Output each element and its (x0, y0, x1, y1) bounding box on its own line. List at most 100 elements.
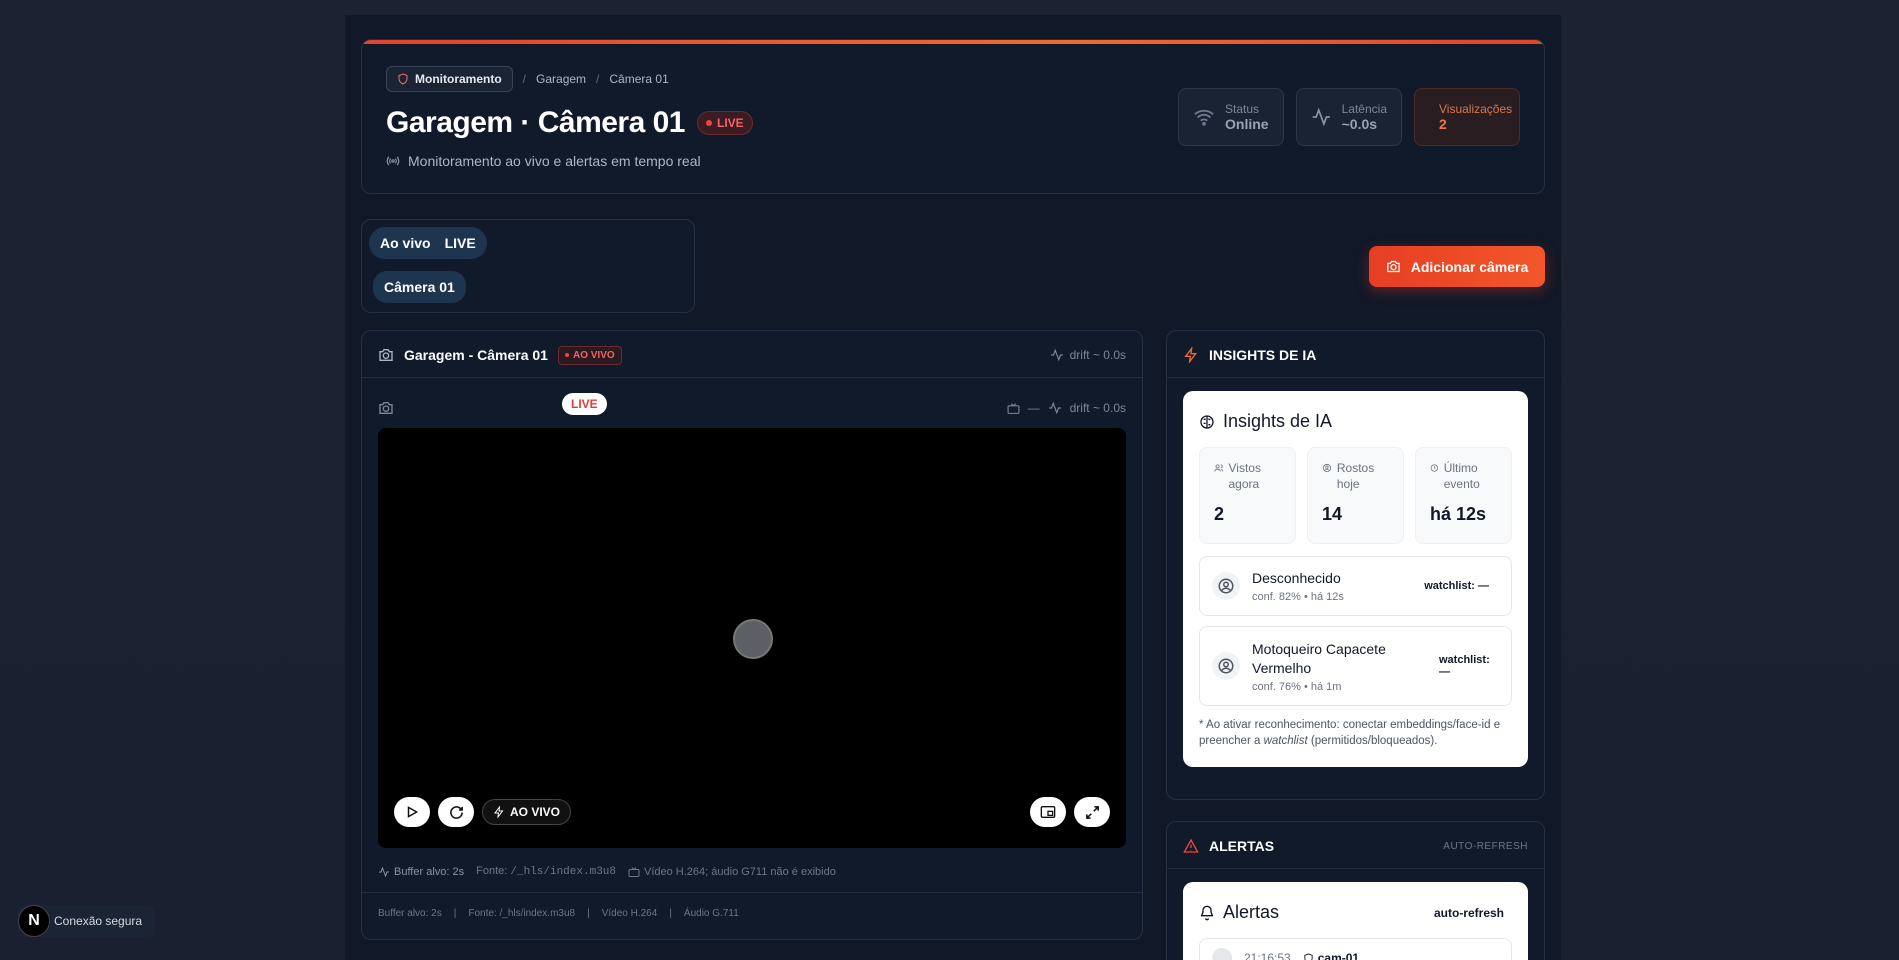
activity-icon (1050, 348, 1063, 362)
stat-status: Status Online (1178, 88, 1284, 146)
source-info: Fonte: /_hls/index.m3u8 (468, 908, 576, 919)
person-name: Desconhecido (1252, 570, 1341, 586)
page-title-row: Garagem · Câmera 01 LIVE (386, 106, 753, 140)
breadcrumb-item-camera: Câmera 01 (609, 72, 669, 86)
alert-triangle-icon (1183, 838, 1199, 853)
stat-views: Visualizações 2 (1414, 88, 1520, 146)
app-shell: Monitoramento / Garagem / Câmera 01 Gara… (345, 15, 1561, 960)
metric-value: há 12s (1430, 504, 1487, 524)
video-codec: Vídeo H.264 (601, 908, 658, 919)
alerts-header: ALERTAS AUTO-REFRESH (1183, 834, 1528, 858)
watchlist-status: watchlist: — (1439, 654, 1490, 678)
person-meta: conf. 82% • há 12s (1252, 591, 1344, 603)
player-name: Garagem - Câmera 01 (404, 347, 548, 363)
source-info: Fonte: /_hls/index.m3u8 (476, 865, 616, 878)
metric-value: 2 (1214, 504, 1225, 524)
picture-in-picture-icon (1040, 806, 1056, 818)
divider (362, 892, 1142, 893)
divider (1167, 377, 1544, 378)
list-item-person[interactable]: Desconhecido conf. 82% • há 12s watchlis… (1199, 556, 1512, 616)
tab-ao-vivo[interactable]: Ao vivo LIVE (369, 227, 487, 259)
auto-refresh-tag: AUTO-REFRESH (1443, 840, 1528, 852)
alert-camera: cam-01 (1303, 951, 1359, 960)
insights-header: INSIGHTS DE IA (1183, 343, 1528, 367)
snapshot-icon[interactable] (378, 400, 394, 416)
page-header: Monitoramento / Garagem / Câmera 01 Gara… (361, 39, 1545, 194)
tab-camera-01[interactable]: Câmera 01 (373, 271, 466, 303)
play-button[interactable] (394, 797, 430, 827)
user-circle-icon (1218, 578, 1234, 594)
face-icon (1322, 463, 1332, 473)
tv-icon (628, 866, 640, 877)
player-card: Garagem - Câmera 01 AO VIVO drift ~ 0.0s… (361, 330, 1143, 940)
page-title: Garagem · Câmera 01 (386, 106, 686, 139)
insights-card: Insights de IA Vistos agora 2 Rostos hoj… (1183, 391, 1528, 767)
go-live-button[interactable]: AO VIVO (482, 799, 572, 825)
broadcast-icon (386, 156, 400, 166)
user-circle-icon (1218, 658, 1234, 674)
video-toolbar-right: — drift ~ 0.0s (1007, 401, 1126, 415)
video-viewport[interactable]: AO VIVO (378, 428, 1126, 848)
activity-icon (1048, 401, 1061, 415)
alerts-section: ALERTAS AUTO-REFRESH Alertas auto-refres… (1166, 821, 1545, 960)
expand-icon (1085, 805, 1099, 819)
avatar (1212, 652, 1240, 680)
divider (1167, 868, 1544, 869)
bell-icon (1200, 905, 1214, 920)
stat-label: Visualizações (1439, 102, 1513, 116)
shield-icon (398, 73, 408, 85)
camera-icon (379, 349, 393, 361)
alert-row[interactable]: 21:16:53 cam-01 (1199, 938, 1512, 960)
accent-bar (362, 40, 1544, 44)
player-meta-secondary: Buffer alvo: 2s | Fonte: /_hls/index.m3u… (378, 908, 739, 919)
insights-note: * Ao ativar reconhecimento: conectar emb… (1199, 719, 1501, 747)
list-item-person[interactable]: Motoqueiro Capacete Vermelho conf. 76% •… (1199, 626, 1512, 706)
alert-thumb (1212, 948, 1232, 960)
wifi-icon (1194, 109, 1214, 126)
stat-latency: Latência ~0.0s (1296, 88, 1402, 146)
breadcrumb: Monitoramento / Garagem / Câmera 01 (386, 66, 669, 92)
camera-icon (1387, 260, 1400, 273)
fullscreen-button[interactable] (1074, 797, 1110, 827)
breadcrumb-separator: / (596, 72, 600, 86)
player-meta-primary: Buffer alvo: 2s Fonte: /_hls/index.m3u8 … (378, 865, 836, 878)
metric-value: 14 (1322, 504, 1343, 524)
metric-seen-now: Vistos agora 2 (1199, 447, 1296, 544)
lightning-icon (1184, 347, 1197, 363)
codec-info: Vídeo H.264; áudio G711 não é exibido (628, 866, 836, 878)
stat-value: ~0.0s (1341, 116, 1378, 132)
player-header: Garagem - Câmera 01 AO VIVO drift ~ 0.0s (378, 343, 1126, 367)
loading-spinner (733, 619, 773, 659)
app-logo: N (18, 905, 50, 937)
stat-label: Status (1225, 102, 1260, 116)
buffer-info: Buffer alvo: 2s (378, 866, 464, 878)
divider (362, 377, 1142, 378)
metric-label: Rostos hoje (1336, 461, 1375, 491)
status-badge: AO VIVO (557, 345, 622, 365)
activity-icon (379, 866, 389, 877)
page-subtitle: Monitoramento ao vivo e alertas em tempo… (386, 153, 701, 169)
lightning-icon (494, 806, 504, 818)
stat-label: Latência (1341, 102, 1387, 116)
metric-last-event: Último evento há 12s (1415, 447, 1512, 544)
reload-button[interactable] (438, 797, 474, 827)
play-icon (407, 806, 419, 818)
auto-refresh-toggle[interactable]: auto-refresh (1434, 906, 1504, 920)
brain-icon (1200, 414, 1214, 429)
users-icon (1214, 464, 1224, 472)
header-stats: Status Online Latência ~0.0s Visualizações… (1178, 88, 1520, 146)
secure-connection-badge[interactable]: N Conexão segura (18, 905, 155, 937)
breadcrumb-chip-monitoramento[interactable]: Monitoramento (386, 66, 513, 92)
clock-icon (1430, 464, 1438, 472)
person-name: Motoqueiro Capacete Vermelho (1252, 640, 1386, 676)
metric-faces-today: Rostos hoje 14 (1307, 447, 1404, 544)
pip-button[interactable] (1030, 797, 1066, 827)
alert-time: 21:16:53 (1244, 951, 1291, 960)
add-camera-button[interactable]: Adicionar câmera (1369, 246, 1545, 287)
metric-label: Vistos agora (1228, 461, 1261, 491)
breadcrumb-item-garagem[interactable]: Garagem (536, 72, 586, 86)
tv-icon (1007, 402, 1020, 414)
person-meta: conf. 76% • há 1m (1252, 680, 1342, 693)
video-live-badge: LIVE (562, 393, 607, 415)
insights-title: Insights de IA (1199, 411, 1332, 432)
